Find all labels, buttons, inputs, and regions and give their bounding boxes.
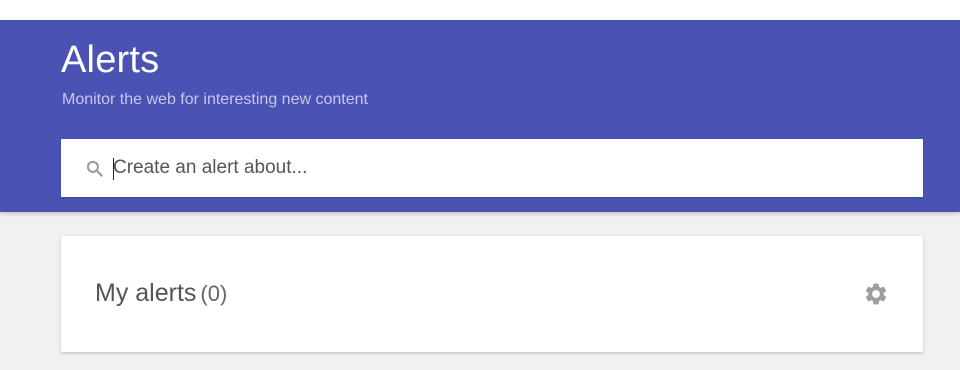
create-alert-input[interactable] bbox=[113, 139, 903, 197]
alerts-count: (0) bbox=[200, 281, 228, 306]
alerts-header: Alerts Monitor the web for interesting n… bbox=[0, 20, 960, 212]
search-icon bbox=[86, 160, 103, 177]
page-subtitle: Monitor the web for interesting new cont… bbox=[62, 91, 368, 108]
my-alerts-card: My alerts (0) bbox=[61, 236, 923, 352]
create-alert-search-box[interactable] bbox=[61, 139, 923, 197]
text-caret bbox=[113, 158, 114, 180]
my-alerts-label: My alerts bbox=[95, 279, 197, 307]
top-strip bbox=[0, 0, 960, 20]
page-title: Alerts bbox=[61, 39, 160, 81]
gear-icon[interactable] bbox=[863, 281, 889, 307]
my-alerts-heading: My alerts (0) bbox=[95, 278, 227, 309]
